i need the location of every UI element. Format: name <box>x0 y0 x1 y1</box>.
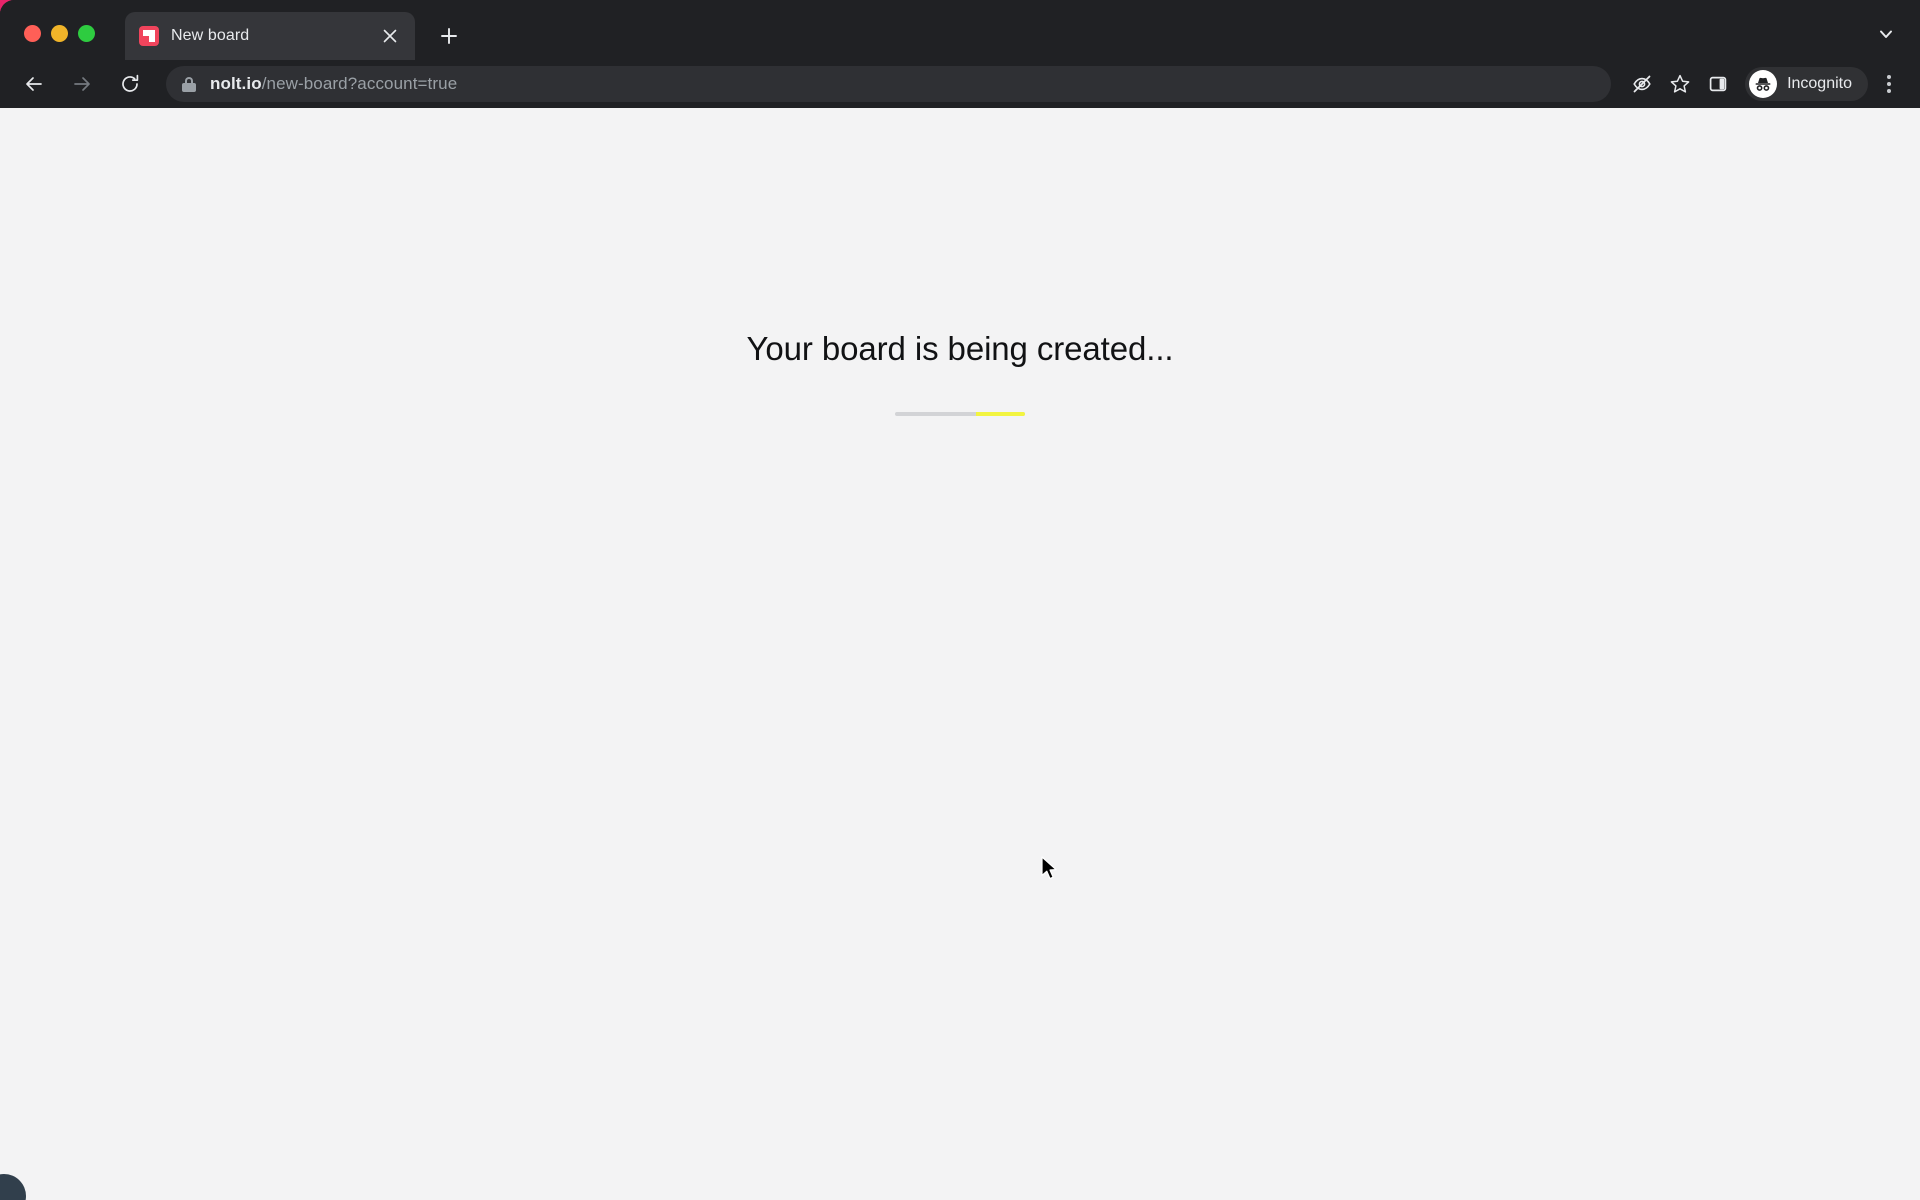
progress-bar-track <box>895 412 1025 416</box>
bookmark-button[interactable] <box>1661 65 1699 103</box>
chevron-down-icon <box>1880 30 1892 38</box>
reload-icon <box>122 74 139 92</box>
address-bar[interactable]: nolt.io/new-board?account=true <box>166 66 1612 102</box>
browser-toolbar: nolt.io/new-board?account=true Incognito <box>0 60 1920 108</box>
progress-bar-wrapper <box>0 412 1920 416</box>
menu-dot <box>1887 75 1891 79</box>
browser-tab-active[interactable]: New board <box>125 12 415 60</box>
arrow-left-icon <box>26 77 42 91</box>
window-controls <box>0 25 95 60</box>
tracking-protection-button[interactable] <box>1623 65 1661 103</box>
url-host: nolt.io <box>210 74 262 93</box>
side-panel-icon <box>1709 76 1727 92</box>
browser-window: New board nolt.io/new-board?account=true… <box>0 0 1920 1200</box>
tab-strip: New board <box>0 0 1920 60</box>
window-minimize-button[interactable] <box>51 25 68 42</box>
toolbar-actions: Incognito <box>1623 65 1906 103</box>
corner-widget-fragment[interactable] <box>0 1174 26 1200</box>
board-status-message: Your board is being created... <box>746 330 1174 367</box>
back-button[interactable] <box>14 64 54 104</box>
chrome-menu-button[interactable] <box>1872 65 1906 103</box>
menu-dot <box>1887 82 1891 86</box>
url-path: /new-board?account=true <box>261 74 458 93</box>
star-icon <box>1670 74 1690 93</box>
window-maximize-button[interactable] <box>78 25 95 42</box>
loading-screen: Your board is being created... <box>0 108 1920 416</box>
nolt-logo-icon <box>139 26 159 46</box>
url-text: nolt.io/new-board?account=true <box>210 74 457 94</box>
close-glyph <box>383 29 397 43</box>
tab-search-button[interactable] <box>1870 18 1902 50</box>
forward-button[interactable] <box>62 64 102 104</box>
profile-label: Incognito <box>1787 75 1852 92</box>
page-viewport: Your board is being created... <box>0 108 1920 1200</box>
incognito-icon <box>1749 70 1778 98</box>
new-tab-button[interactable] <box>431 18 467 54</box>
plus-icon <box>441 28 457 44</box>
incognito-glyph <box>1755 77 1771 91</box>
progress-bar-fill <box>975 412 1025 416</box>
screen-root: New board nolt.io/new-board?account=true… <box>0 0 1920 1200</box>
eye-slash-icon <box>1633 75 1651 93</box>
menu-dot <box>1887 89 1891 93</box>
arrow-right-icon <box>74 77 90 91</box>
tab-title: New board <box>171 27 250 44</box>
reload-button[interactable] <box>110 64 150 104</box>
close-icon[interactable] <box>377 23 403 49</box>
lock-icon[interactable] <box>182 76 196 92</box>
window-close-button[interactable] <box>24 25 41 42</box>
profile-button[interactable]: Incognito <box>1745 67 1868 101</box>
side-panel-button[interactable] <box>1699 65 1737 103</box>
